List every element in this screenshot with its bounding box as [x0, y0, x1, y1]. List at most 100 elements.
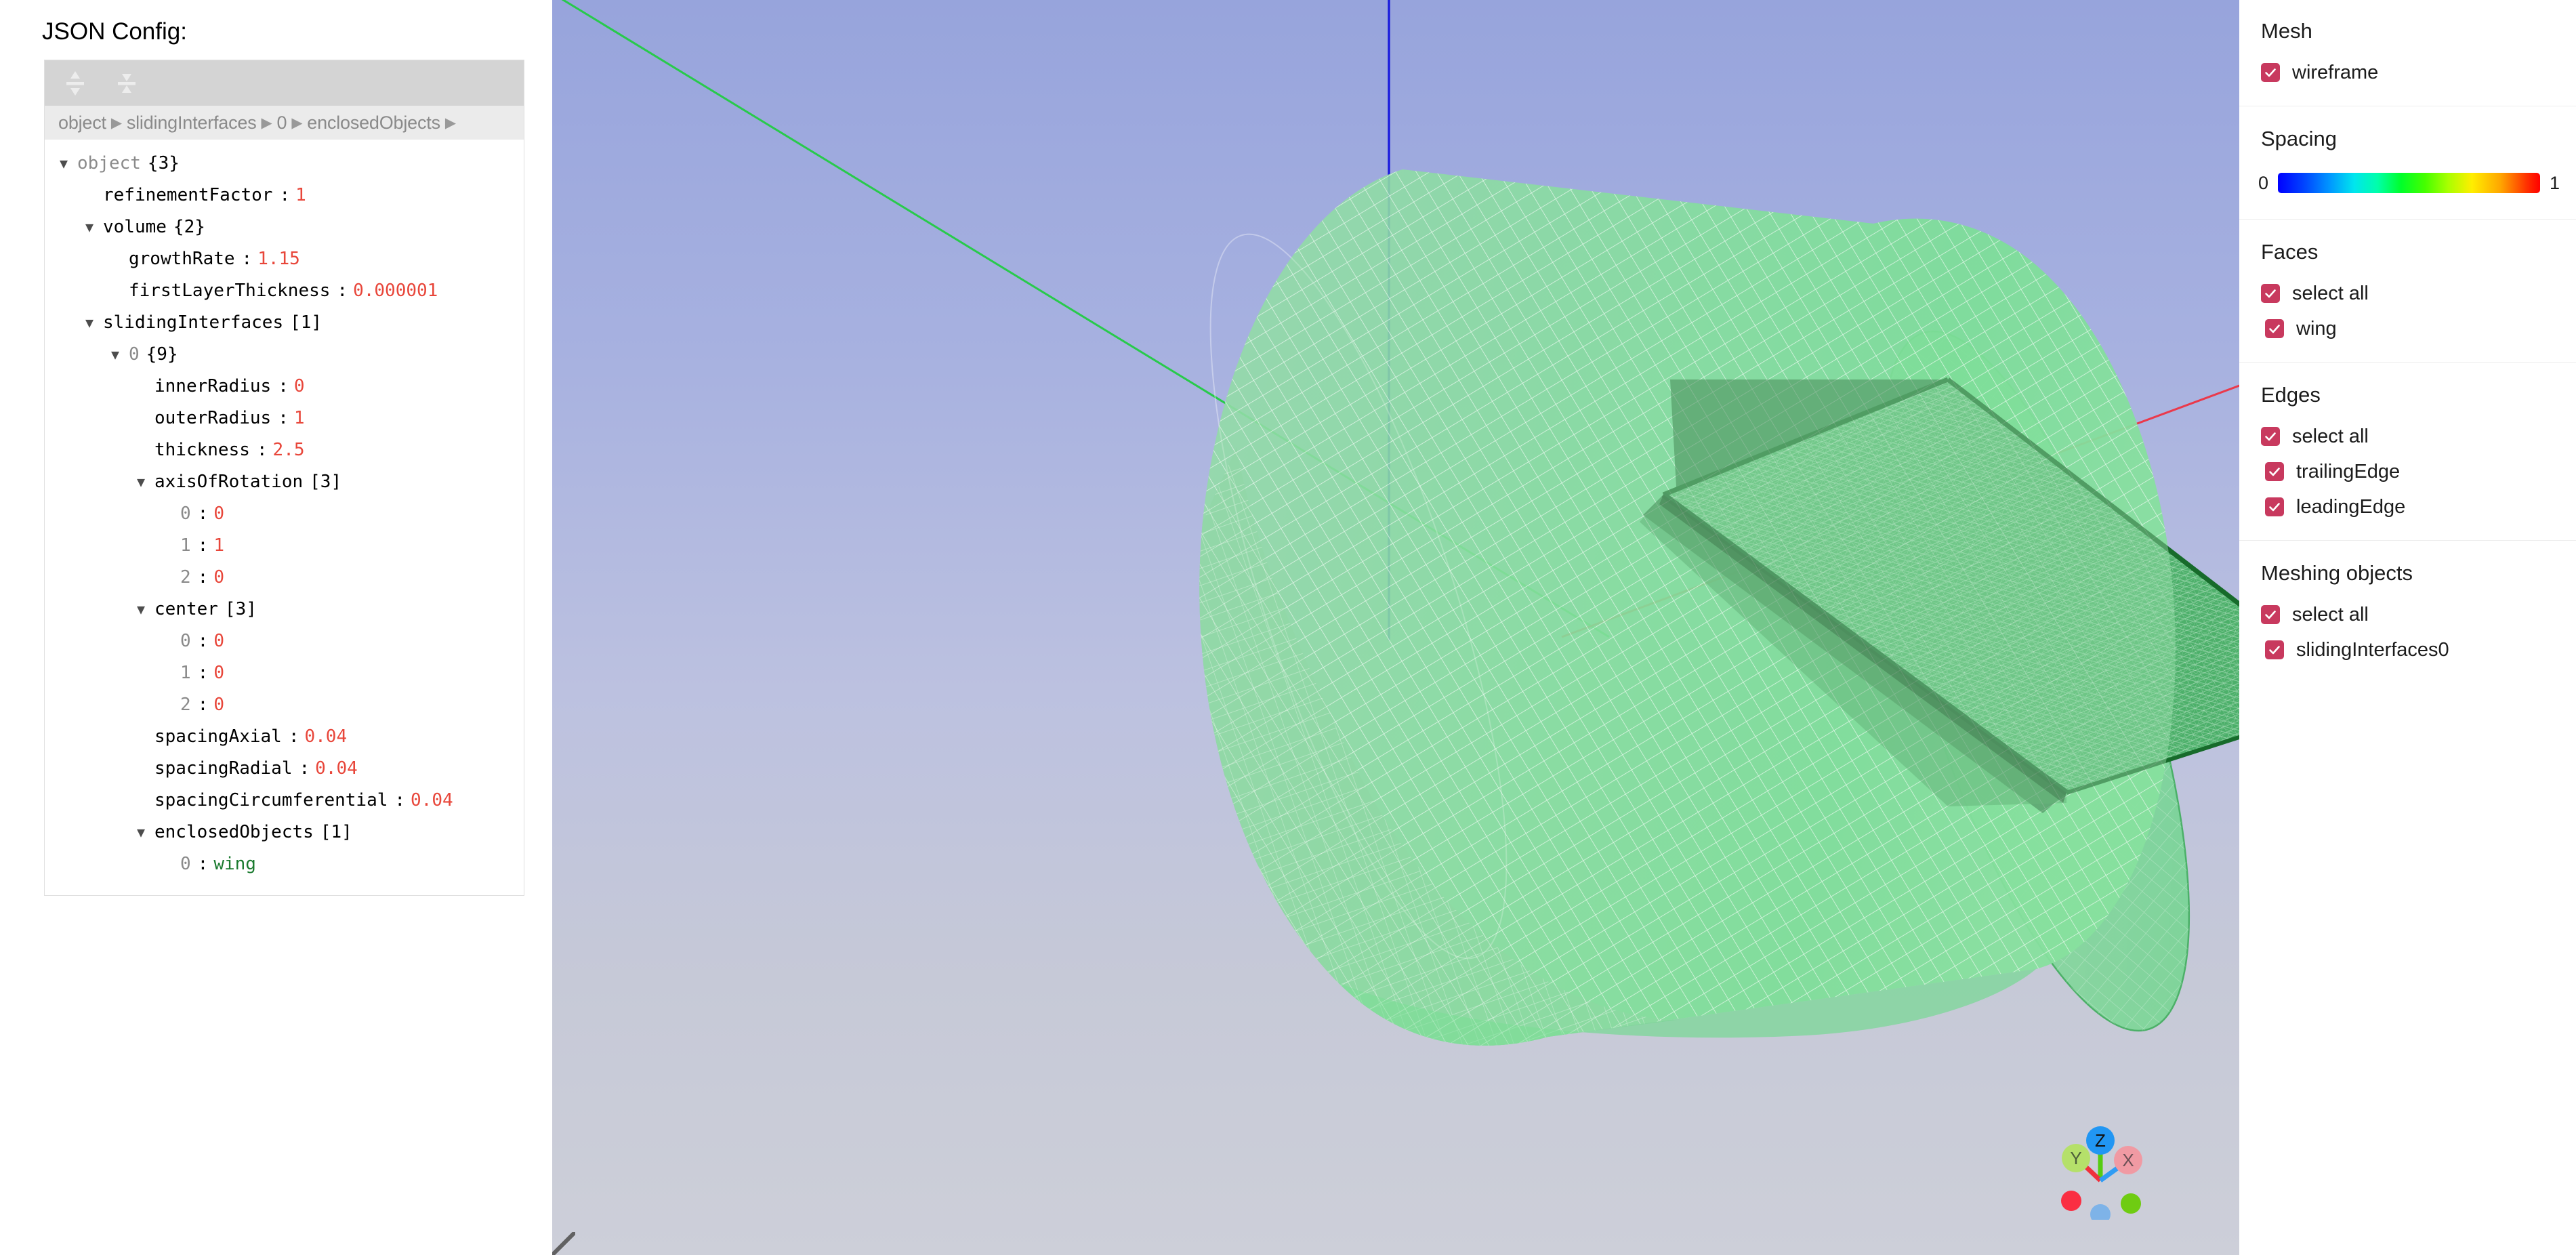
tree-colon: :	[337, 281, 348, 301]
breadcrumb-item-3[interactable]: enclosedObjects	[307, 112, 440, 133]
app-root: JSON Config: object ▶ slidingInterfaces …	[0, 0, 2576, 1255]
checkbox-row-trailingedge[interactable]: trailingEdge	[2239, 456, 2576, 487]
tree-row[interactable]: ▼2:0	[45, 689, 524, 721]
tree-key: outerRadius	[154, 408, 272, 428]
tree-key: 0	[129, 344, 140, 365]
checkbox-row-wireframe[interactable]: wireframe	[2239, 57, 2576, 88]
breadcrumb-item-1[interactable]: slidingInterfaces	[127, 112, 257, 133]
tree-value[interactable]: 0	[213, 657, 224, 689]
checkbox-checked-icon[interactable]	[2261, 427, 2280, 446]
caret-down-icon[interactable]: ▼	[137, 594, 154, 625]
checkbox-checked-icon[interactable]	[2265, 319, 2284, 338]
axis-gizmo[interactable]: Z Y X	[2051, 1121, 2150, 1220]
panel-section-edges: Edges select all trailingEdge leadingEdge	[2239, 363, 2576, 540]
tree-value[interactable]: 1.15	[257, 243, 300, 275]
checkbox-row-wing[interactable]: wing	[2239, 313, 2576, 344]
tree-count: [1]	[290, 312, 323, 333]
tree-row[interactable]: ▼growthRate:1.15	[45, 243, 524, 275]
breadcrumb-item-0[interactable]: object	[58, 112, 106, 133]
checkbox-checked-icon[interactable]	[2261, 605, 2280, 624]
tree-value[interactable]: 0.04	[315, 753, 358, 785]
tree-row[interactable]: ▼ center [3]	[45, 594, 524, 625]
tree-row[interactable]: ▼spacingCircumferential:0.04	[45, 785, 524, 817]
tree-row[interactable]: ▼0:wing	[45, 848, 524, 880]
panel-section-spacing: Spacing 0 1	[2239, 106, 2576, 219]
checkbox-row-select-all[interactable]: select all	[2239, 278, 2576, 309]
breadcrumb[interactable]: object ▶ slidingInterfaces ▶ 0 ▶ enclosedObjec…	[45, 106, 524, 140]
spacing-slider[interactable]: 01	[2239, 165, 2576, 201]
caret-down-icon[interactable]: ▼	[60, 148, 77, 180]
tree-value[interactable]: 0	[213, 625, 224, 657]
checkbox-checked-icon[interactable]	[2265, 497, 2284, 516]
tree-row[interactable]: ▼1:0	[45, 657, 524, 689]
tree-key: volume	[103, 217, 167, 237]
tree-value[interactable]: 0	[213, 689, 224, 721]
tree-row[interactable]: ▼ enclosedObjects [1]	[45, 817, 524, 848]
breadcrumb-separator-icon: ▶	[291, 115, 303, 131]
tree-value[interactable]: 2.5	[273, 434, 305, 466]
caret-spacer: ▼	[137, 403, 154, 434]
tree-row[interactable]: ▼thickness:2.5	[45, 434, 524, 466]
tree-row[interactable]: ▼outerRadius:1	[45, 403, 524, 434]
tree-key: center	[154, 599, 218, 619]
caret-down-icon[interactable]: ▼	[85, 211, 103, 243]
checkbox-row-slidinginterfaces0[interactable]: slidingInterfaces0	[2239, 634, 2576, 665]
checkbox-checked-icon[interactable]	[2261, 63, 2280, 82]
tree-row[interactable]: ▼2:0	[45, 562, 524, 594]
viewport-resize-handle[interactable]	[552, 1232, 575, 1255]
tree-row[interactable]: ▼0:0	[45, 498, 524, 530]
checkbox-checked-icon[interactable]	[2265, 462, 2284, 481]
tree-colon: :	[197, 567, 209, 588]
tree-value[interactable]: 0.04	[305, 721, 348, 753]
caret-down-icon[interactable]: ▼	[85, 307, 103, 339]
slider-max-label: 1	[2549, 172, 2560, 193]
checkbox-checked-icon[interactable]	[2265, 640, 2284, 659]
collapse-all-icon[interactable]	[111, 68, 142, 99]
tree-value[interactable]: 1	[294, 403, 305, 434]
tree-value[interactable]: 0.000001	[353, 275, 438, 307]
tree-value[interactable]: 1	[213, 530, 224, 562]
checkbox-row-select-all[interactable]: select all	[2239, 421, 2576, 452]
tree-row[interactable]: ▼firstLayerThickness:0.000001	[45, 275, 524, 307]
tree-row[interactable]: ▼refinementFactor:1	[45, 180, 524, 211]
spacing-colorbar[interactable]	[2278, 173, 2540, 193]
tree-row[interactable]: ▼spacingAxial:0.04	[45, 721, 524, 753]
checkbox-row-leadingedge[interactable]: leadingEdge	[2239, 491, 2576, 522]
checkbox-checked-icon[interactable]	[2261, 284, 2280, 303]
tree-row[interactable]: ▼spacingRadial:0.04	[45, 753, 524, 785]
tree-value[interactable]: 0	[294, 371, 305, 403]
caret-spacer: ▼	[137, 721, 154, 753]
tree-row[interactable]: ▼ object {3}	[45, 148, 524, 180]
tree-value[interactable]: 0	[213, 498, 224, 530]
tree-row[interactable]: ▼0:0	[45, 625, 524, 657]
tree-row[interactable]: ▼ axisOfRotation [3]	[45, 466, 524, 498]
tree-count: {3}	[147, 153, 180, 173]
gizmo-dot-neg-x	[2090, 1204, 2111, 1220]
3d-viewport[interactable]: Z Y X	[552, 0, 2239, 1255]
tree-row[interactable]: ▼ 0 {9}	[45, 339, 524, 371]
tree-row[interactable]: ▼1:1	[45, 530, 524, 562]
breadcrumb-item-2[interactable]: 0	[276, 112, 287, 133]
tree-row[interactable]: ▼innerRadius:0	[45, 371, 524, 403]
tree-value[interactable]: wing	[213, 848, 256, 880]
tree-key: innerRadius	[154, 376, 272, 396]
caret-down-icon[interactable]: ▼	[111, 339, 129, 371]
panel-section-mesh: Mesh wireframe	[2239, 0, 2576, 106]
tree-colon: :	[278, 376, 289, 396]
tree-row[interactable]: ▼ slidingInterfaces [1]	[45, 307, 524, 339]
tree-row[interactable]: ▼ volume {2}	[45, 211, 524, 243]
caret-down-icon[interactable]: ▼	[137, 817, 154, 848]
caret-spacer: ▼	[137, 434, 154, 466]
section-title-spacing: Spacing	[2261, 127, 2338, 150]
panel-section-faces: Faces select all wing	[2239, 220, 2576, 362]
expand-all-icon[interactable]	[60, 68, 91, 99]
slider-min-label: 0	[2258, 172, 2269, 193]
caret-spacer: ▼	[111, 275, 129, 307]
checkbox-row-select-all[interactable]: select all	[2239, 599, 2576, 630]
tree-value[interactable]: 0	[213, 562, 224, 594]
tree-value[interactable]: 1	[295, 180, 306, 211]
section-title-edges: Edges	[2261, 383, 2321, 407]
tree-value[interactable]: 0.04	[411, 785, 453, 817]
caret-down-icon[interactable]: ▼	[137, 466, 154, 498]
mesh-render	[561, 0, 2239, 1046]
